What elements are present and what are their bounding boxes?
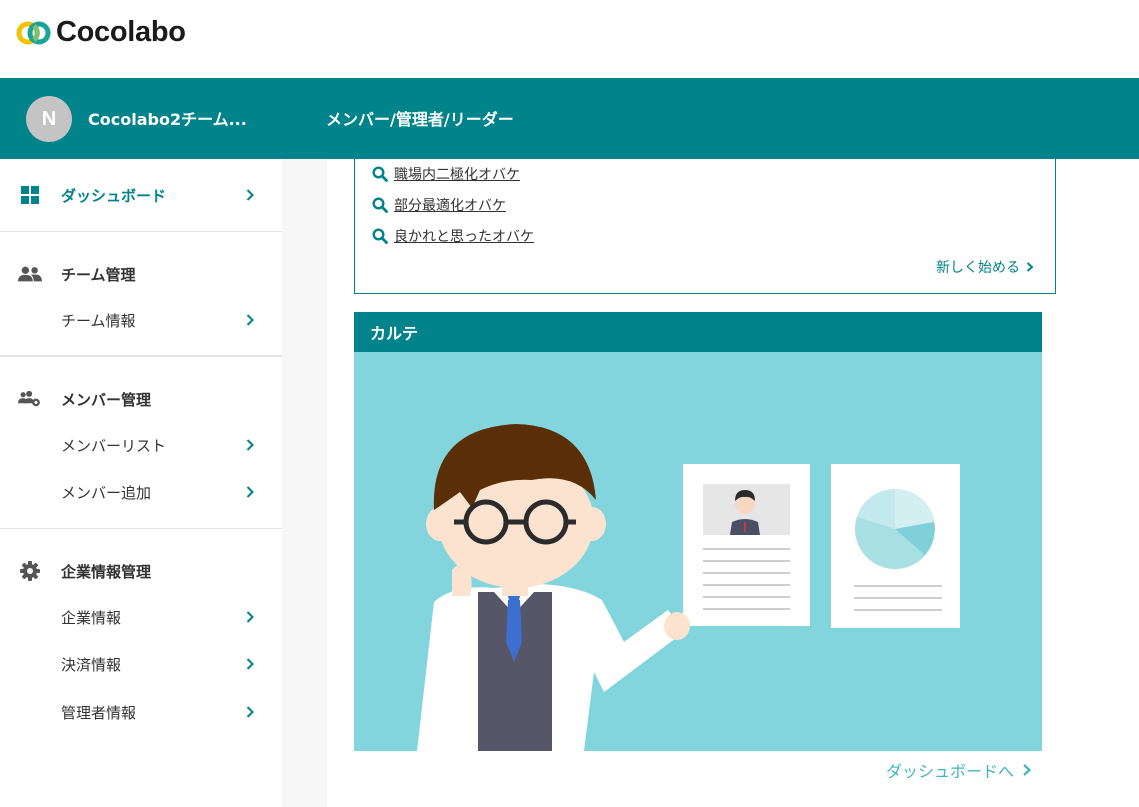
obake-link-text: 職場内二極化オバケ [394, 167, 520, 183]
search-icon [372, 228, 388, 244]
obake-link[interactable]: 部分最適化オバケ [372, 195, 506, 215]
sidebar-item-admin-info[interactable]: 管理者情報 [0, 694, 282, 730]
chevron-right-icon [1023, 764, 1032, 776]
obake-link-text: 良かれと思ったオバケ [394, 229, 534, 245]
divider [0, 231, 282, 232]
top-bar: Cocolabo [0, 0, 1139, 78]
sidebar-item-label: チーム情報 [61, 311, 136, 330]
sidebar-item-label: 管理者情報 [61, 703, 137, 722]
sidebar-item-member-add[interactable]: メンバー追加 [0, 474, 282, 510]
chevron-right-icon [244, 311, 256, 329]
chevron-right-icon [244, 483, 256, 501]
sidebar-gutter [282, 159, 327, 807]
dashboard-link-label: ダッシュボードへ [886, 762, 1015, 781]
team-name[interactable]: Cocolabo2チーム... [88, 106, 247, 130]
karte-illustration[interactable] [354, 352, 1042, 751]
chevron-right-icon [1026, 262, 1034, 272]
section-label: メンバー管理 [61, 390, 152, 409]
sidebar-item-dashboard[interactable]: ダッシュボード [0, 177, 282, 213]
sidebar-item-label: 企業情報 [61, 608, 122, 627]
chevron-right-icon [244, 186, 256, 204]
chevron-right-icon [244, 655, 256, 673]
doctor-illustration [417, 424, 960, 751]
start-new-label: 新しく始める [936, 260, 1020, 276]
search-icon [372, 197, 388, 213]
member-settings-icon [18, 387, 42, 411]
sidebar-item-label: メンバー追加 [61, 483, 152, 502]
obake-link[interactable]: 職場内二極化オバケ [372, 164, 520, 184]
sidebar-item-label: 決済情報 [61, 655, 122, 674]
section-label: 企業情報管理 [61, 562, 152, 581]
divider [0, 355, 282, 357]
logo-mark-icon [16, 21, 51, 44]
section-company-management: 企業情報管理 [0, 553, 282, 589]
start-new-link[interactable]: 新しく始める [936, 257, 1036, 277]
sidebar-item-company-info[interactable]: 企業情報 [0, 599, 282, 635]
sidebar-item-team-info[interactable]: チーム情報 [0, 302, 282, 338]
user-role: メンバー/管理者/リーダー [326, 110, 514, 129]
obake-link[interactable]: 良かれと思ったオバケ [372, 226, 534, 246]
gear-icon [18, 559, 42, 583]
karte-header: カルテ [354, 312, 1042, 352]
section-team-management: チーム管理 [0, 256, 282, 292]
chevron-right-icon [244, 703, 256, 721]
section-member-management: メンバー管理 [0, 381, 282, 417]
sidebar-item-label: ダッシュボード [61, 186, 167, 205]
sidebar-item-label: メンバーリスト [61, 436, 167, 455]
team-avatar[interactable]: N [26, 96, 72, 142]
obake-link-text: 部分最適化オバケ [394, 198, 506, 214]
karte-title: カルテ [370, 324, 419, 343]
search-icon [372, 166, 388, 182]
dashboard-link[interactable]: ダッシュボードへ [886, 758, 1034, 782]
section-label: チーム管理 [61, 265, 136, 284]
divider [0, 528, 282, 529]
dashboard-icon [18, 183, 42, 207]
logo-text: Cocolabo [56, 16, 186, 48]
chevron-right-icon [244, 608, 256, 626]
logo[interactable]: Cocolabo [16, 16, 186, 49]
people-icon [18, 262, 42, 286]
sidebar-item-payment-info[interactable]: 決済情報 [0, 646, 282, 682]
sidebar-item-member-list[interactable]: メンバーリスト [0, 427, 282, 463]
chevron-right-icon [244, 436, 256, 454]
